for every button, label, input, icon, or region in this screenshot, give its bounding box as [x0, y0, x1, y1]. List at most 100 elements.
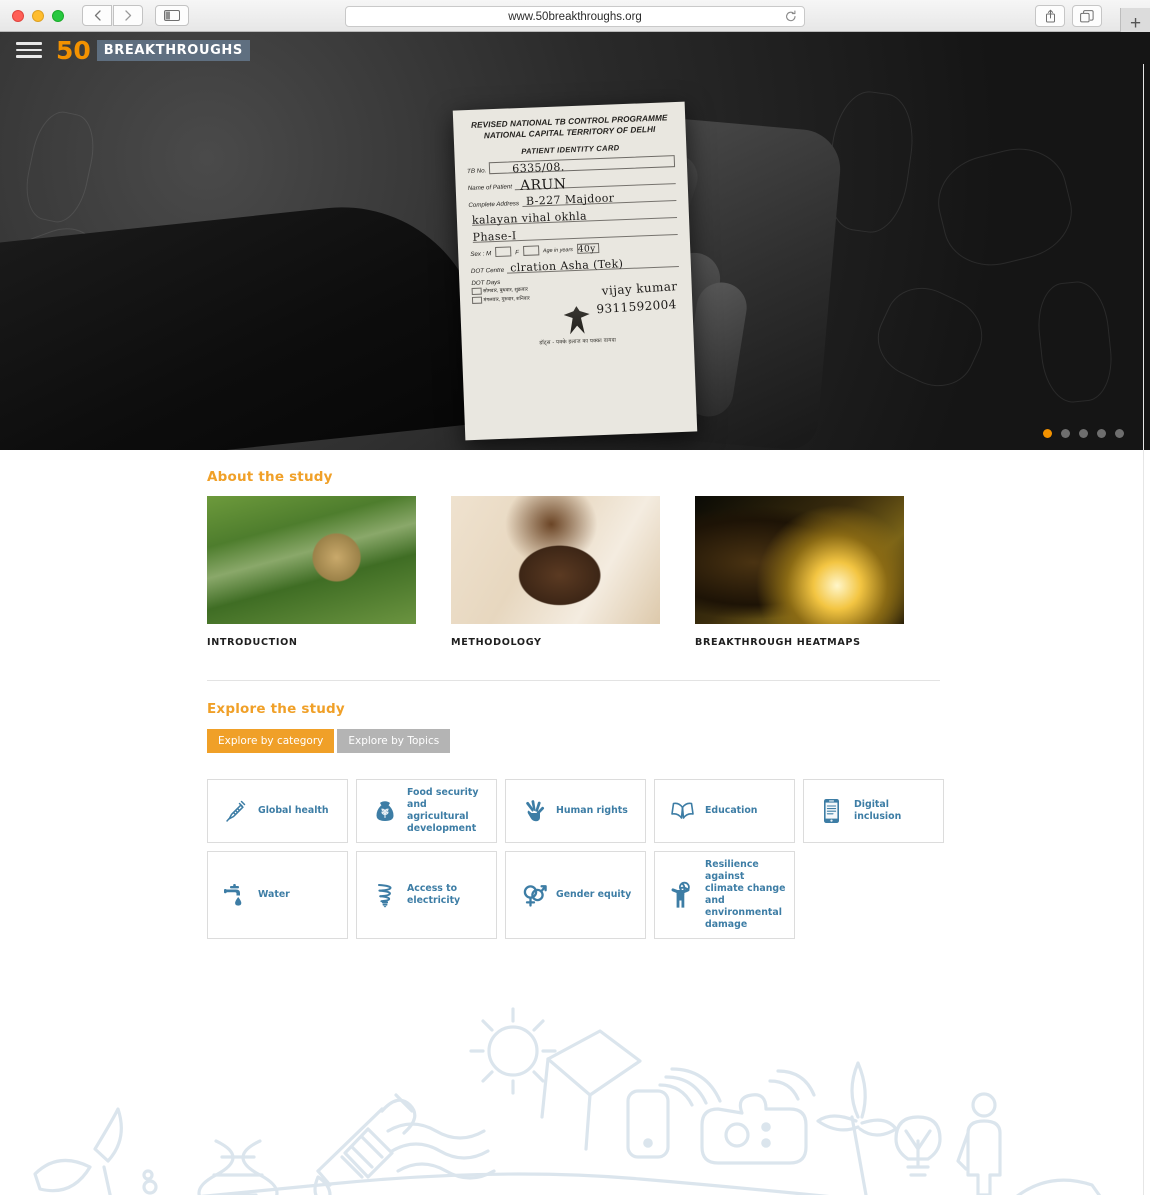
cfl-bulb-icon — [371, 882, 398, 908]
open-book-icon — [669, 800, 696, 822]
gender-symbols-icon — [520, 882, 547, 908]
card-field-address: Complete Address B-227 Majdoor — [468, 189, 677, 210]
show-tabs-icon — [1080, 9, 1094, 22]
navigation-buttons — [82, 5, 143, 26]
tab-explore-by-topics[interactable]: Explore by Topics — [337, 729, 451, 753]
field-label: Complete Address — [468, 200, 520, 210]
about-card-caption: INTRODUCTION — [207, 637, 298, 648]
about-card-introduction[interactable]: INTRODUCTION — [207, 496, 416, 648]
close-window-button[interactable] — [12, 9, 24, 22]
address-bar[interactable]: www.50breakthroughs.org — [345, 6, 805, 27]
category-education[interactable]: Education — [654, 779, 795, 844]
dot-days-label: DOT Days — [471, 279, 501, 288]
field-label: TB No. — [466, 167, 487, 176]
show-tabs-button[interactable] — [1072, 5, 1102, 27]
category-gender-equity[interactable]: Gender equity — [505, 851, 646, 940]
about-cards: INTRODUCTION METHODOLOGY BREAKTHROUGH HE… — [207, 496, 940, 648]
field-value: 6335/08. — [512, 160, 565, 176]
logo-word: BREAKTHROUGHS — [96, 39, 250, 61]
about-card-methodology[interactable]: METHODOLOGY — [451, 496, 660, 648]
dot-days-text-1: सोमवार, बुधवार, शुक्रवार — [482, 286, 528, 295]
syringe-icon — [222, 799, 249, 823]
category-grid: Global health Food security and agricult… — [207, 779, 947, 940]
carousel-dot-4[interactable] — [1097, 429, 1106, 438]
hero-carousel: REVISED NATIONAL TB CONTROL PROGRAMME NA… — [0, 32, 1150, 450]
dot-centre-value: clration Asha (Tek) — [509, 257, 624, 275]
card-field-address-2: kalayan vihal okhla — [469, 206, 678, 228]
explore-the-study-section: Explore the study Explore by category Ex… — [207, 681, 944, 940]
sidebar-toggle-icon — [164, 10, 180, 21]
url-text: www.50breakthroughs.org — [508, 10, 642, 23]
site-logo[interactable]: 50 BREAKTHROUGHS — [56, 38, 250, 63]
sex-female-label: F — [515, 249, 520, 257]
minimize-window-button[interactable] — [32, 9, 44, 22]
about-section-title: About the study — [207, 469, 333, 485]
field-value: kalayan vihal okhla — [471, 209, 588, 228]
faucet-drop-icon — [222, 883, 249, 908]
sex-female-checkbox — [522, 245, 540, 257]
maximize-window-button[interactable] — [52, 9, 64, 22]
back-button[interactable] — [82, 5, 112, 26]
category-label: Food security and agricultural developme… — [407, 787, 479, 835]
share-icon — [1045, 9, 1055, 23]
category-label: Global health — [258, 805, 329, 817]
about-card-heatmaps[interactable]: BREAKTHROUGH HEATMAPS — [695, 496, 904, 648]
carousel-dot-2[interactable] — [1061, 429, 1070, 438]
category-label: Resilience against climate change and en… — [705, 859, 786, 931]
category-global-health[interactable]: Global health — [207, 779, 348, 844]
toolbar-right-buttons — [1035, 5, 1102, 27]
logo-number: 50 — [56, 35, 91, 65]
browser-window: www.50breakthroughs.org + REVISED NATION… — [0, 0, 1150, 1195]
category-access-to-electricity[interactable]: Access to electricity — [356, 851, 497, 940]
browser-toolbar: www.50breakthroughs.org + — [0, 0, 1150, 38]
hamburger-menu-icon[interactable] — [16, 42, 42, 58]
reload-icon[interactable] — [785, 10, 797, 26]
category-food-security[interactable]: Food security and agricultural developme… — [356, 779, 497, 844]
page-right-edge — [1143, 64, 1144, 1195]
sidebar-toggle-button[interactable] — [155, 5, 189, 26]
introduction-thumbnail — [207, 496, 416, 624]
raised-hand-icon — [520, 799, 547, 823]
category-label: Water — [258, 889, 290, 901]
tab-explore-by-category[interactable]: Explore by category — [207, 729, 335, 753]
category-label: Access to electricity — [407, 883, 461, 907]
breakthrough-heatmaps-thumbnail — [695, 496, 904, 624]
field-value: B-227 Majdoor — [525, 191, 615, 208]
card-field-tbno: TB No. 6335/08. — [466, 155, 676, 176]
category-label: Gender equity — [556, 889, 632, 901]
card-footer-text: डॉट्स - पक्के इलाज का पक्का वायदा — [539, 337, 617, 347]
category-human-rights[interactable]: Human rights — [505, 779, 646, 844]
category-digital-inclusion[interactable]: Digital inclusion — [803, 779, 944, 844]
footer-illustration — [0, 999, 1150, 1195]
age-label: Age in years — [542, 247, 574, 255]
smartphone-icon — [818, 798, 845, 824]
explore-section-title: Explore the study — [207, 701, 345, 717]
carousel-dot-1[interactable] — [1043, 429, 1052, 438]
carousel-dot-5[interactable] — [1115, 429, 1124, 438]
sex-label: Sex : M — [470, 250, 492, 259]
tb-patient-identity-card: REVISED NATIONAL TB CONTROL PROGRAMME NA… — [452, 101, 698, 441]
field-label: Name of Patient — [467, 183, 513, 193]
explore-tabs: Explore by category Explore by Topics — [207, 729, 940, 753]
share-button[interactable] — [1035, 5, 1065, 27]
category-label: Education — [705, 805, 758, 817]
age-value: 40y — [577, 244, 596, 255]
page-viewport: REVISED NATIONAL TB CONTROL PROGRAMME NA… — [0, 32, 1150, 1195]
field-value: ARUN — [519, 176, 567, 195]
forward-button[interactable] — [113, 5, 143, 26]
card-field-address-3: Phase-I — [469, 223, 678, 245]
category-label: Human rights — [556, 805, 628, 817]
methodology-thumbnail — [451, 496, 660, 624]
carousel-dot-3[interactable] — [1079, 429, 1088, 438]
category-resilience-climate[interactable]: Resilience against climate change and en… — [654, 851, 795, 940]
person-globe-icon — [669, 881, 696, 909]
dot-centre-label: DOT Centre — [470, 266, 505, 276]
category-water[interactable]: Water — [207, 851, 348, 940]
site-header: 50 BREAKTHROUGHS — [0, 32, 1150, 68]
new-tab-label: + — [1129, 12, 1142, 34]
sex-male-checkbox — [495, 246, 512, 258]
about-card-caption: METHODOLOGY — [451, 637, 542, 648]
field-value: Phase-I — [472, 229, 517, 245]
dot-days-text-2: मंगलवार, गुरुवार, शनिवार — [483, 295, 530, 304]
grain-sack-icon — [371, 799, 398, 824]
